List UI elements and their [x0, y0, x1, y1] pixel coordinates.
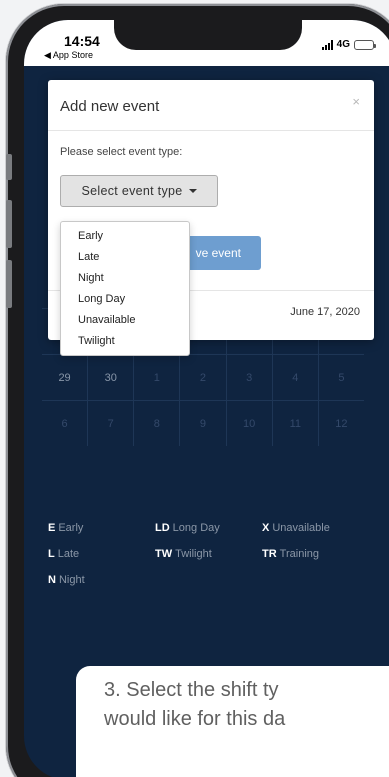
dropdown-option-night[interactable]: Night: [61, 268, 189, 289]
signal-icon: [321, 39, 333, 50]
calendar-day-cell[interactable]: 8: [134, 401, 181, 446]
legend-item: N Night: [48, 574, 155, 586]
tutorial-caption: 3. Select the shift ty would like for th…: [76, 666, 389, 777]
network-label: 4G: [336, 39, 350, 50]
select-event-type-button[interactable]: Select event type: [60, 175, 218, 207]
legend-code: LD: [155, 522, 170, 534]
calendar-day-cell[interactable]: 9: [180, 401, 227, 446]
legend-label: Unavailable: [272, 522, 330, 534]
volume-down-button: [6, 260, 12, 308]
legend-item: E Early: [48, 522, 155, 534]
legend-label: Early: [58, 522, 84, 534]
add-event-modal: Add new event × Please select event type…: [48, 80, 374, 356]
calendar-week-row: 6 7 8 9 10 11 12: [42, 400, 364, 446]
status-indicators: 4G: [321, 39, 376, 50]
calendar-day-cell[interactable]: 5: [319, 355, 364, 400]
phone-frame: 14:54 ◀ App Store 4G 2223242526272829301…: [6, 4, 389, 777]
calendar-day-cell[interactable]: 2: [180, 355, 227, 400]
calendar-day-cell[interactable]: 7: [88, 401, 135, 446]
legend-item: X Unavailable: [262, 522, 378, 534]
legend-label: Night: [58, 574, 85, 586]
calendar-day-cell[interactable]: 6: [42, 401, 89, 446]
modal-title: Add new event: [60, 98, 160, 115]
legend-label: Twilight: [175, 548, 212, 560]
dropdown-option-long-day[interactable]: Long Day: [61, 289, 189, 310]
mute-switch: [6, 154, 12, 180]
legend-label: Long Day: [172, 522, 220, 534]
event-type-dropdown: Early Late Night Long Day Unavailable Tw…: [60, 221, 190, 356]
select-event-type-label: Select event type: [81, 184, 183, 198]
calendar-day-cell[interactable]: 29: [42, 355, 89, 400]
caret-down-icon: [188, 189, 197, 193]
event-date: June 17, 2020: [290, 306, 360, 318]
status-time: 14:54: [64, 33, 100, 49]
legend-item: L Late: [48, 548, 155, 560]
legend-item: LD Long Day: [155, 522, 262, 534]
shift-legend: E Early LD Long Day X Unavailable L Late TW Twili…: [48, 522, 378, 586]
calendar-day-cell[interactable]: 1: [134, 355, 181, 400]
calendar-week-row: 29 30 1 2 3 4 5: [42, 354, 364, 400]
legend-code: TR: [262, 548, 277, 560]
dropdown-option-twilight[interactable]: Twilight: [61, 331, 189, 352]
caption-line-1: 3. Select the shift ty: [104, 679, 279, 701]
calendar-day-cell[interactable]: 10: [227, 401, 273, 446]
tutorial-screenshot: 14:54 ◀ App Store 4G 2223242526272829301…: [0, 0, 389, 777]
calendar-day-cell[interactable]: 12: [319, 401, 364, 446]
dropdown-option-late[interactable]: Late: [61, 247, 189, 268]
calendar-day-cell[interactable]: 4: [273, 355, 319, 400]
calendar-day-cell[interactable]: 11: [273, 401, 319, 446]
legend-label: Late: [57, 548, 80, 560]
save-event-label: ve event: [195, 246, 241, 260]
dropdown-option-early[interactable]: Early: [61, 226, 189, 247]
event-type-prompt: Please select event type:: [60, 146, 183, 158]
legend-code: X: [262, 522, 270, 534]
close-icon[interactable]: ×: [352, 94, 360, 109]
modal-header-divider: [48, 130, 374, 131]
calendar-day-cell[interactable]: 3: [227, 355, 273, 400]
legend-code: N: [48, 574, 56, 586]
legend-code: TW: [155, 548, 173, 560]
status-bar: 14:54 ◀ App Store 4G: [24, 20, 389, 66]
legend-item: TW Twilight: [155, 548, 262, 560]
legend-code: E: [48, 522, 56, 534]
battery-icon: [354, 39, 376, 50]
calendar-day-cell[interactable]: 30: [88, 355, 135, 400]
legend-code: L: [48, 548, 55, 560]
volume-up-button: [6, 200, 12, 248]
legend-label: Training: [279, 548, 320, 560]
notch: [114, 20, 302, 50]
dropdown-option-unavailable[interactable]: Unavailable: [61, 310, 189, 331]
phone-screen: 14:54 ◀ App Store 4G 2223242526272829301…: [24, 20, 389, 777]
back-to-app-store-link[interactable]: ◀ App Store: [44, 50, 93, 61]
legend-item: TR Training: [262, 548, 378, 560]
caption-line-2: would like for this da: [104, 708, 286, 730]
